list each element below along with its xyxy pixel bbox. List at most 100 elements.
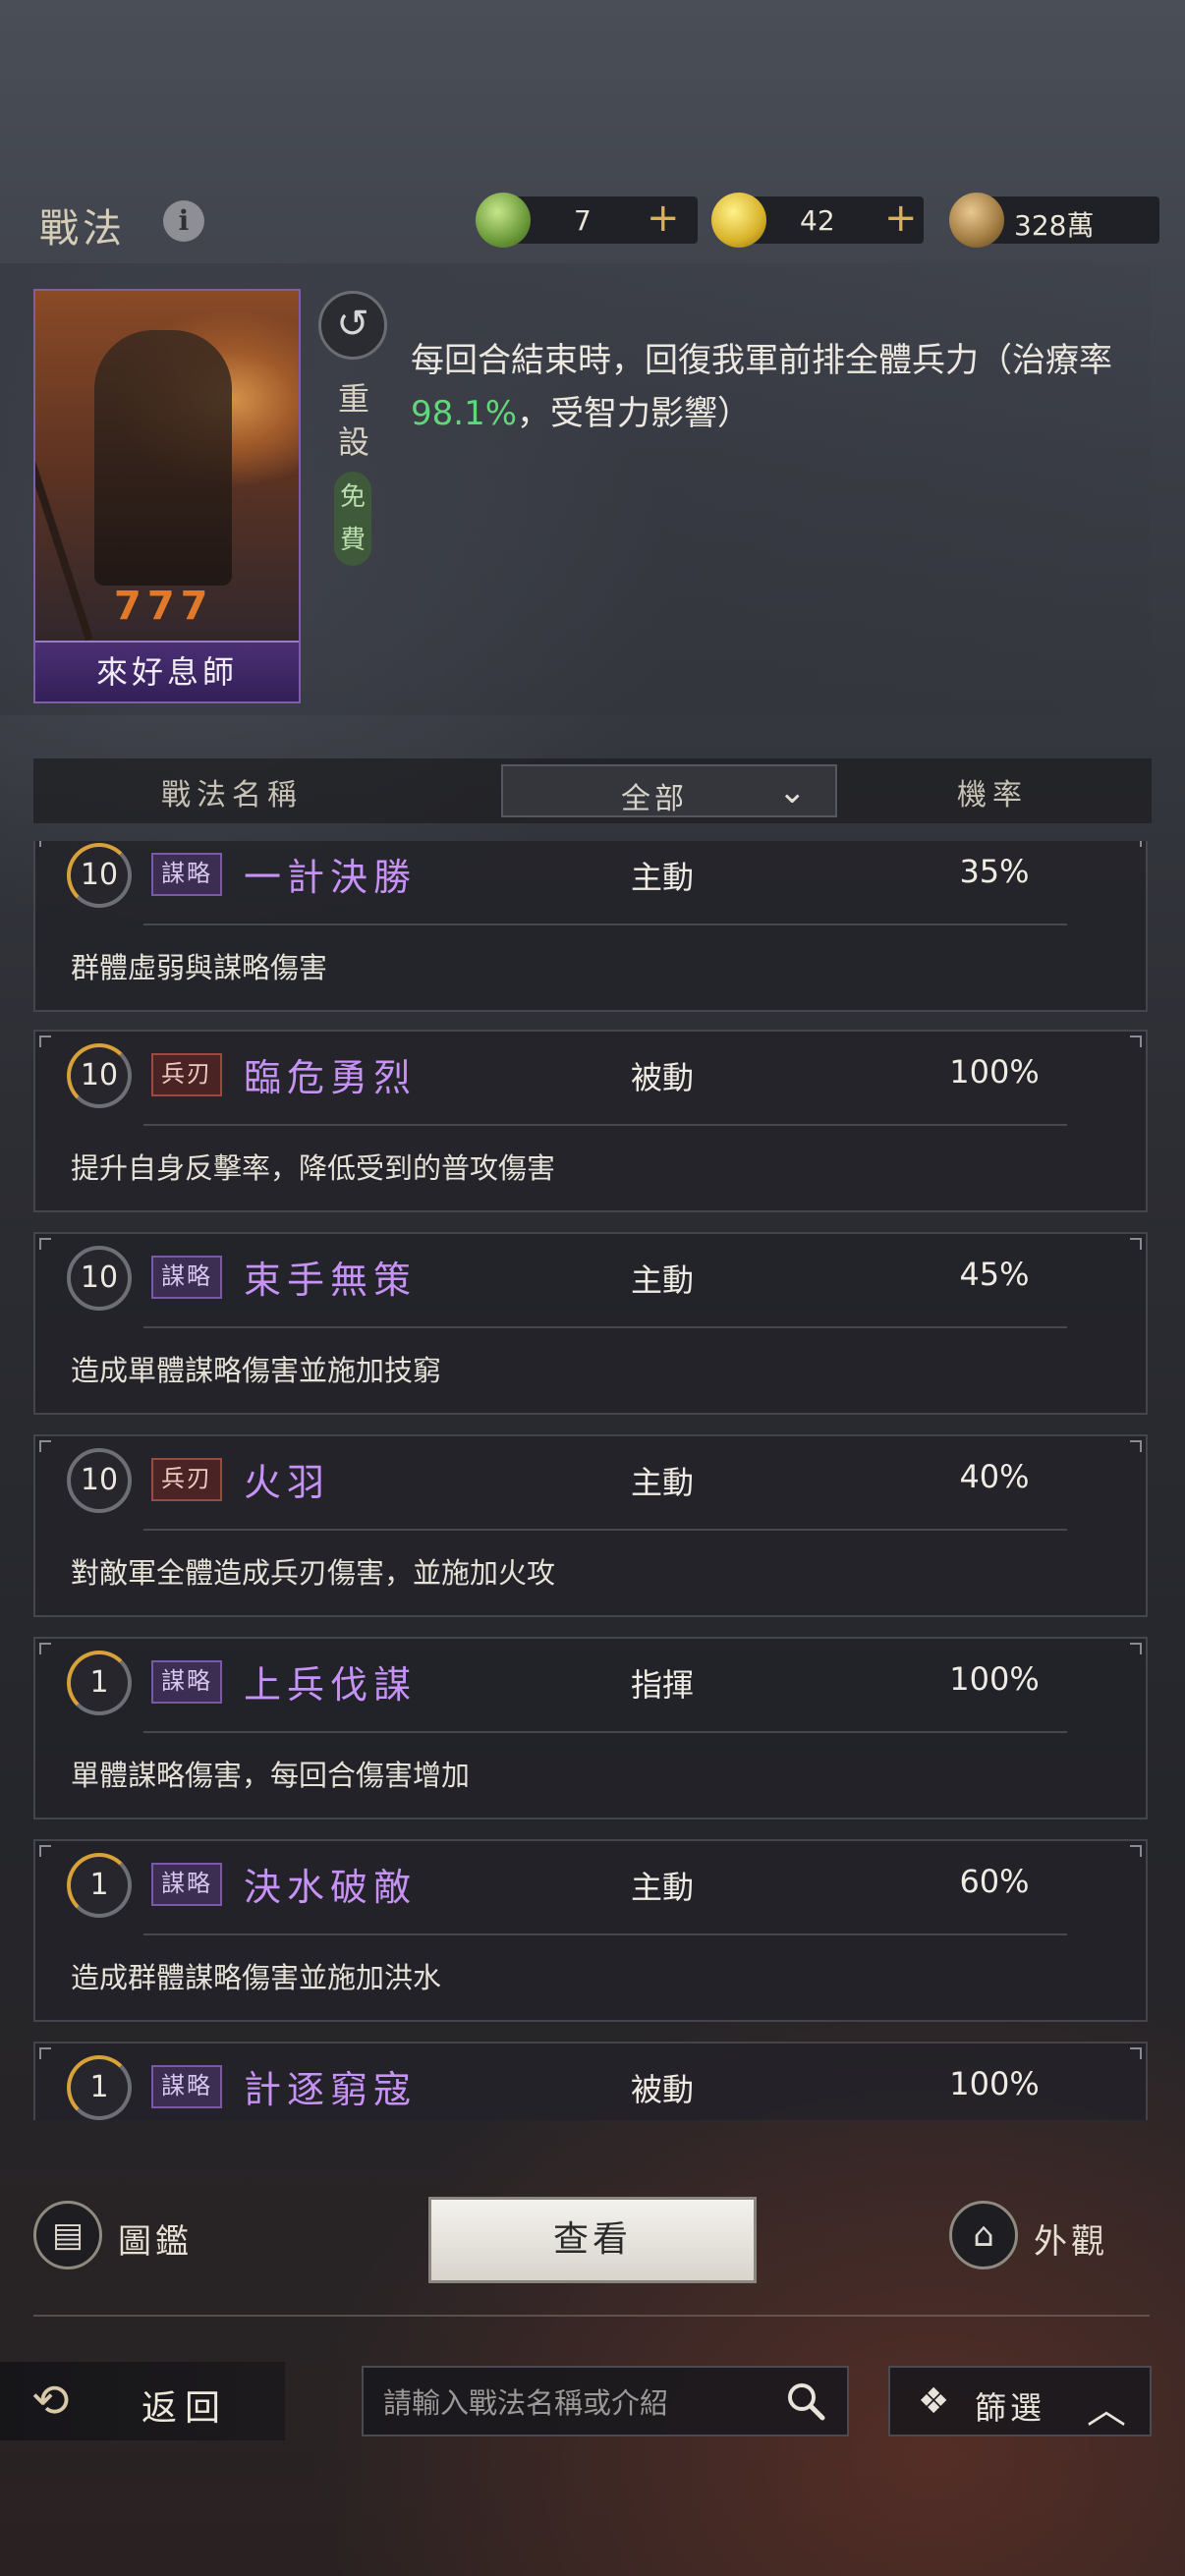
level-ring: 1 xyxy=(67,2055,132,2120)
skill-row[interactable]: 1 謀略 決水破敵 主動 60% 造成群體謀略傷害並施加洪水 xyxy=(33,1839,1148,2022)
book-icon: ▤ xyxy=(33,2201,102,2269)
level-ring: 10 xyxy=(67,1448,132,1513)
reset-button[interactable]: ↺ xyxy=(318,291,387,360)
free-badge: 免費 xyxy=(334,472,371,566)
row-divider xyxy=(143,924,1067,925)
gold-coin-icon xyxy=(711,193,766,248)
skill-row[interactable]: 10 謀略 束手無策 主動 45% 造成單體謀略傷害並施加技窮 xyxy=(33,1232,1148,1415)
gold-plus-button[interactable]: + xyxy=(884,196,918,240)
skill-name: 束手無策 xyxy=(244,1259,418,1302)
skill-desc: 單體謀略傷害，每回合傷害增加 xyxy=(71,1759,471,1792)
info-icon[interactable]: i xyxy=(163,200,204,242)
resource-copper: 328萬 xyxy=(949,193,1159,248)
jade-coin-icon xyxy=(476,193,531,248)
skill-tag: 謀略 xyxy=(151,2065,222,2108)
skill-type: 主動 xyxy=(631,1464,695,1501)
skill-row[interactable]: 1 謀略 上兵伐謀 指揮 100% 單體謀略傷害，每回合傷害增加 xyxy=(33,1637,1148,1820)
skill-row[interactable]: 10 兵刃 臨危勇烈 被動 100% 提升自身反擊率，降低受到的普攻傷害 xyxy=(33,1030,1148,1212)
skill-type: 主動 xyxy=(631,859,695,896)
skill-desc: 對敵軍全體造成兵刃傷害，並施加火攻 xyxy=(71,1556,556,1590)
appearance-button[interactable]: ⌂ 外觀 xyxy=(949,2201,1146,2279)
back-arrow-icon: ⟲ xyxy=(31,2374,70,2427)
jade-plus-button[interactable]: + xyxy=(647,196,680,240)
column-name-header: 戰法名稱 xyxy=(161,778,303,812)
jade-value: 7 xyxy=(574,204,592,237)
atlas-label: 圖鑑 xyxy=(118,2222,193,2262)
filter-icon: ❖ xyxy=(918,2381,950,2422)
skill-name: 上兵伐謀 xyxy=(244,1663,418,1707)
search-input[interactable] xyxy=(383,2383,757,2423)
skill-type: 被動 xyxy=(631,1059,695,1096)
skill-rate: 100% xyxy=(949,2065,1040,2102)
skill-desc: 提升自身反擊率，降低受到的普攻傷害 xyxy=(71,1151,556,1185)
search-icon[interactable] xyxy=(784,2380,827,2423)
skill-name: 火羽 xyxy=(244,1461,331,1504)
skill-list[interactable]: 10 謀略 一計決勝 主動 35% 群體虛弱與謀略傷害 10 兵刃 臨危勇烈 被… xyxy=(0,841,1185,2120)
filter-value: 全部 xyxy=(621,782,688,816)
skill-row[interactable]: 1 謀略 計逐窮寇 被動 100% xyxy=(33,2042,1148,2120)
skill-rate: 45% xyxy=(959,1256,1030,1293)
resource-jade: 7 + xyxy=(476,193,698,248)
row-divider xyxy=(143,1124,1067,1126)
resource-gold: 42 + xyxy=(711,193,924,248)
level-ring: 10 xyxy=(67,1043,132,1108)
row-divider xyxy=(143,1933,1067,1935)
type-filter-dropdown[interactable]: 全部 ⌄ xyxy=(501,764,837,817)
skill-card[interactable]: 777 來好息師 xyxy=(33,289,301,703)
chevron-down-icon: ⌄ xyxy=(778,772,807,812)
level-ring: 1 xyxy=(67,1853,132,1918)
warrior-art xyxy=(94,330,232,586)
skill-rate: 100% xyxy=(949,1053,1040,1091)
chevron-up-icon: ︿ xyxy=(1087,2387,1126,2433)
skill-tag: 謀略 xyxy=(151,1256,222,1299)
card-name: 來好息師 xyxy=(35,641,299,701)
skill-row[interactable]: 10 謀略 一計決勝 主動 35% 群體虛弱與謀略傷害 xyxy=(33,841,1148,1012)
skill-rate: 60% xyxy=(959,1863,1030,1900)
view-button[interactable]: 查看 xyxy=(428,2197,757,2283)
desc-text-end: ，受智力影響） xyxy=(517,394,752,433)
atlas-button[interactable]: ▤ 圖鑑 xyxy=(33,2201,230,2279)
copper-coin-icon xyxy=(949,193,1004,248)
copper-value: 328萬 xyxy=(1014,209,1095,242)
search-box xyxy=(362,2366,849,2436)
skill-tag: 兵刃 xyxy=(151,1458,222,1501)
skill-tag: 兵刃 xyxy=(151,1053,222,1096)
page-title: 戰法 xyxy=(39,206,126,252)
undo-icon: ↺ xyxy=(336,302,369,347)
filter-button[interactable]: ❖ 篩選 ︿ xyxy=(888,2366,1152,2436)
reset-label: 重設 xyxy=(337,380,369,461)
appearance-label: 外觀 xyxy=(1034,2222,1108,2262)
desc-text: 每回合結束時，回復我軍前排全體兵力（治療率 xyxy=(411,341,1112,380)
skill-name: 計逐窮寇 xyxy=(244,2068,418,2111)
skill-tag: 謀略 xyxy=(151,1660,222,1704)
level-ring: 10 xyxy=(67,1246,132,1311)
level-ring: 10 xyxy=(67,843,132,908)
card-marks: 777 xyxy=(114,584,214,629)
skill-type: 指揮 xyxy=(631,1666,695,1704)
skill-type: 主動 xyxy=(631,1261,695,1299)
skill-name: 一計決勝 xyxy=(244,856,418,899)
skill-tag: 謀略 xyxy=(151,1863,222,1906)
row-divider xyxy=(143,1731,1067,1733)
skill-desc: 造成單體謀略傷害並施加技窮 xyxy=(71,1354,442,1387)
filter-label: 篩選 xyxy=(975,2389,1046,2427)
pavilion-icon: ⌂ xyxy=(949,2201,1018,2269)
skill-row[interactable]: 10 兵刃 火羽 主動 40% 對敵軍全體造成兵刃傷害，並施加火攻 xyxy=(33,1434,1148,1617)
skill-name: 決水破敵 xyxy=(244,1866,418,1909)
heal-rate-value: 98.1% xyxy=(411,394,518,433)
back-label: 返回 xyxy=(141,2388,229,2429)
skill-type: 主動 xyxy=(631,1869,695,1906)
skill-tag: 謀略 xyxy=(151,853,222,896)
skill-rate: 100% xyxy=(949,1660,1040,1698)
skill-type: 被動 xyxy=(631,2071,695,2108)
skill-name: 臨危勇烈 xyxy=(244,1056,418,1099)
row-divider xyxy=(143,1326,1067,1328)
skill-desc: 造成群體謀略傷害並施加洪水 xyxy=(71,1961,442,1994)
spear-art xyxy=(35,451,93,642)
skill-desc: 群體虛弱與謀略傷害 xyxy=(71,951,328,984)
skill-rate: 40% xyxy=(959,1458,1030,1495)
back-button[interactable]: ⟲ 返回 xyxy=(0,2362,285,2440)
hero-description: 每回合結束時，回復我軍前排全體兵力（治療率 98.1%，受智力影響） xyxy=(411,334,1138,440)
row-divider xyxy=(143,1529,1067,1531)
skill-rate: 35% xyxy=(959,853,1030,890)
